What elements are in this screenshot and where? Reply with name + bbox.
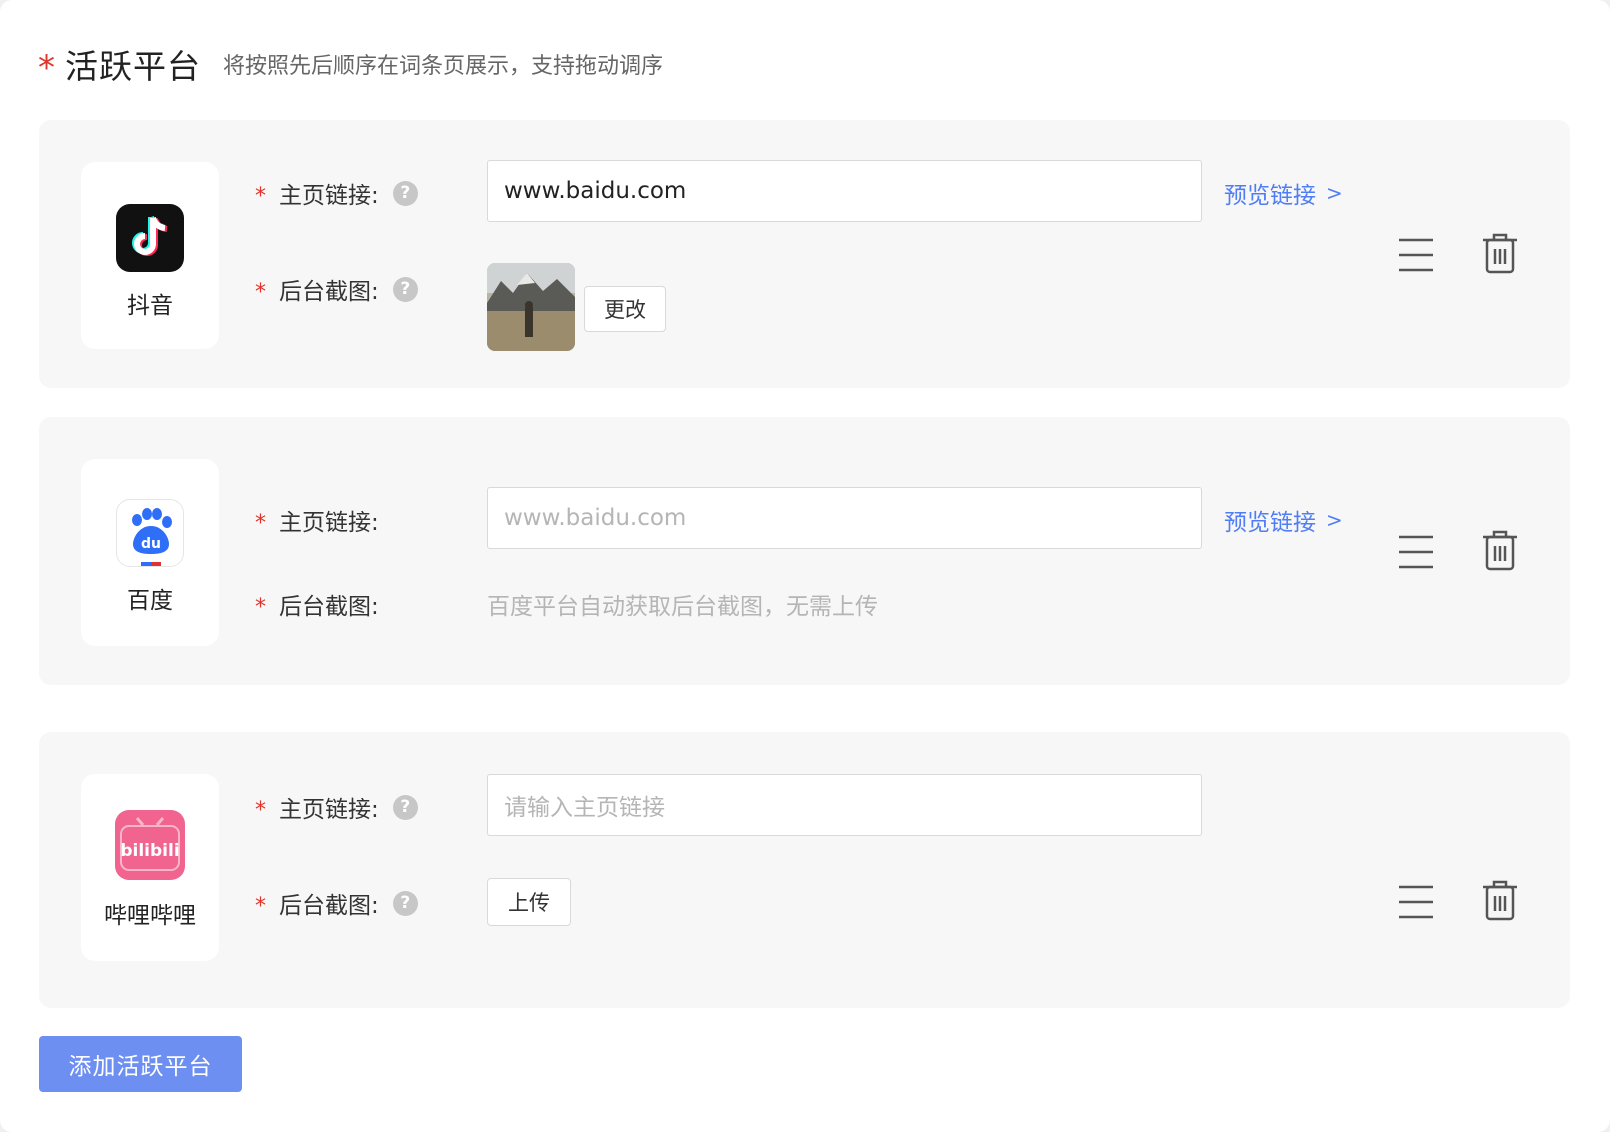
preview-link-label: 预览链接	[1224, 183, 1316, 209]
screenshot-label: 后台截图:	[279, 594, 379, 620]
drag-handle-icon[interactable]	[1397, 534, 1435, 574]
required-mark: *	[255, 893, 266, 919]
preview-link[interactable]: 预览链接 >	[1224, 176, 1343, 210]
section-header: * 活跃平台 将按照先后顺序在词条页展示，支持拖动调序	[38, 40, 663, 88]
required-mark: *	[255, 183, 266, 209]
auto-screenshot-note: 百度平台自动获取后台截图，无需上传	[487, 594, 878, 620]
platform-card-baidu[interactable]: du 百度 * 主页链接: www.baidu.com 预览链接 > * 后台截…	[39, 417, 1570, 685]
platform-logo-box: bilibili 哔哩哔哩	[81, 774, 219, 961]
platform-name: 抖音	[127, 293, 173, 319]
drag-handle-icon[interactable]	[1397, 237, 1435, 277]
svg-text:bilibili: bilibili	[120, 841, 179, 861]
homepage-link-input[interactable]: 请输入主页链接	[487, 774, 1202, 836]
homepage-link-row: * 主页链接:	[255, 503, 379, 537]
platform-card-bilibili[interactable]: bilibili 哔哩哔哩 * 主页链接: ? 请输入主页链接 * 后台截图: …	[39, 732, 1570, 1008]
help-icon[interactable]: ?	[392, 794, 418, 820]
screenshot-row: * 后台截图:	[255, 587, 379, 621]
screenshot-row: * 后台截图: ?	[255, 272, 418, 306]
trash-icon[interactable]	[1481, 232, 1519, 278]
homepage-link-row: * 主页链接: ?	[255, 790, 418, 824]
screenshot-label: 后台截图:	[279, 893, 379, 919]
chevron-right-icon: >	[1326, 181, 1343, 205]
add-platform-button[interactable]: 添加活跃平台	[39, 1036, 242, 1092]
drag-handle-icon[interactable]	[1397, 884, 1435, 924]
svg-text:du: du	[141, 536, 161, 552]
platform-name: 哔哩哔哩	[104, 903, 196, 929]
required-mark: *	[255, 594, 266, 620]
trash-icon[interactable]	[1481, 879, 1519, 925]
homepage-link-row: * 主页链接: ?	[255, 176, 418, 210]
platform-card-douyin[interactable]: 抖音 * 主页链接: ? www.baidu.com 预览链接 > * 后台截图…	[39, 120, 1570, 388]
required-mark: *	[38, 48, 55, 88]
homepage-link-label: 主页链接:	[279, 797, 379, 823]
help-icon[interactable]: ?	[392, 276, 418, 302]
required-mark: *	[255, 279, 266, 305]
section-title: 活跃平台	[65, 47, 201, 86]
screenshot-row: * 后台截图: ?	[255, 886, 418, 920]
help-icon[interactable]: ?	[392, 890, 418, 916]
platform-logo-box: du 百度	[81, 459, 219, 646]
homepage-link-input[interactable]: www.baidu.com	[487, 160, 1202, 222]
required-mark: *	[255, 797, 266, 823]
douyin-icon	[116, 204, 184, 272]
preview-link[interactable]: 预览链接 >	[1224, 503, 1343, 537]
baidu-icon: du	[116, 499, 184, 567]
homepage-link-input[interactable]: www.baidu.com	[487, 487, 1202, 549]
section-hint: 将按照先后顺序在词条页展示，支持拖动调序	[223, 54, 664, 79]
trash-icon[interactable]	[1481, 529, 1519, 575]
active-platforms-panel: * 活跃平台 将按照先后顺序在词条页展示，支持拖动调序 抖音 * 主页链接: ?	[0, 0, 1610, 1132]
chevron-right-icon: >	[1326, 508, 1343, 532]
screenshot-label: 后台截图:	[279, 279, 379, 305]
upload-screenshot-button[interactable]: 上传	[487, 878, 571, 926]
homepage-link-label: 主页链接:	[279, 510, 379, 536]
help-icon[interactable]: ?	[392, 180, 418, 206]
preview-link-label: 预览链接	[1224, 510, 1316, 536]
bilibili-icon: bilibili	[115, 810, 185, 880]
change-screenshot-button[interactable]: 更改	[584, 286, 666, 332]
required-mark: *	[255, 510, 266, 536]
platform-logo-box: 抖音	[81, 162, 219, 349]
platform-name: 百度	[127, 588, 173, 614]
screenshot-thumbnail[interactable]	[487, 263, 575, 351]
homepage-link-label: 主页链接:	[279, 183, 379, 209]
